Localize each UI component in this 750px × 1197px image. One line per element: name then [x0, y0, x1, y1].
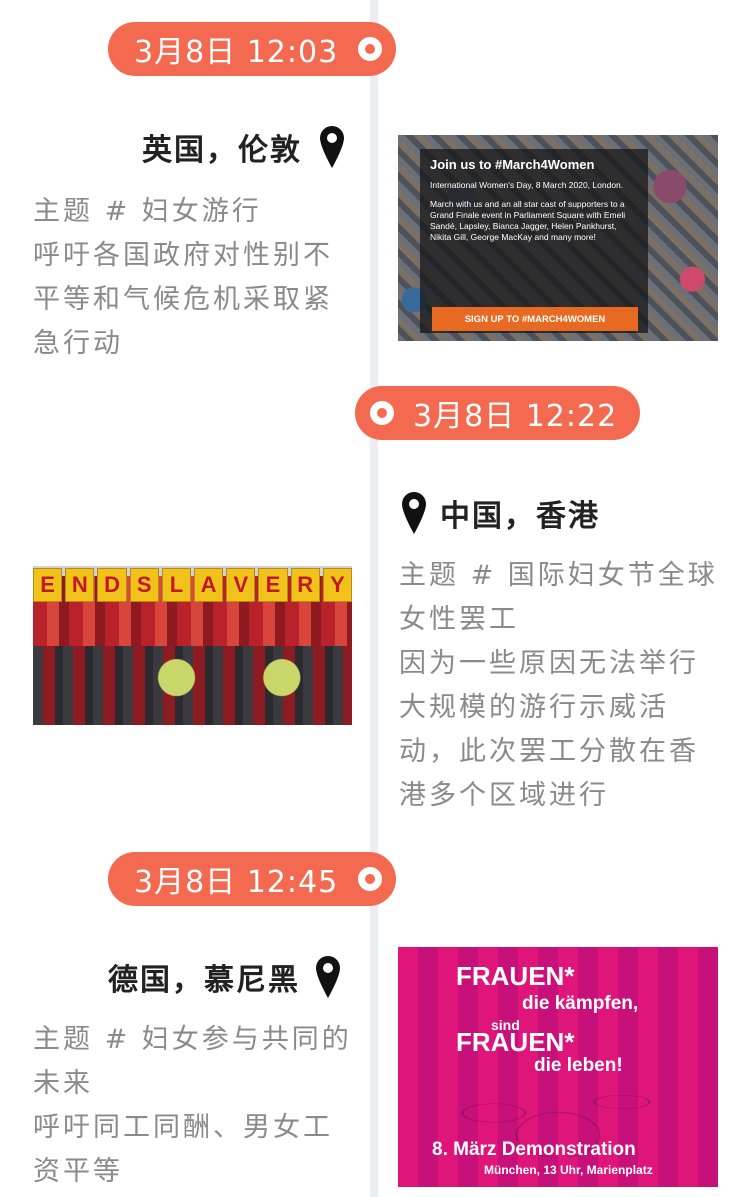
city-title-london: 英国，伦敦 [142, 124, 346, 170]
city-label: 德国，慕尼黑 [108, 963, 300, 998]
time-badge-munich: 3月8日 12:45 [108, 852, 396, 906]
timeline-dot-icon [358, 37, 382, 61]
banner-letter: V [226, 568, 256, 602]
poster-line1: International Women's Day, 8 March 2020,… [430, 180, 624, 190]
banner-letter: E [258, 568, 288, 602]
time-label: 3月8日 12:45 [134, 865, 339, 900]
city-title-hongkong: 中国，香港 [400, 490, 600, 536]
banner-letter: E [33, 568, 63, 602]
time-badge-hongkong: 3月8日 12:22 [355, 386, 640, 440]
poster-line: FRAUEN* [456, 1027, 575, 1057]
banner-letter: L [161, 568, 192, 602]
banner-letter: Y [322, 568, 352, 602]
topic-text: 主题 # 妇女参与共同的未来 [33, 1024, 352, 1099]
event-text-london: 主题 # 妇女游行 呼吁各国政府对性别不平等和气候危机采取紧急行动 [33, 190, 358, 366]
banner-letter: D [97, 568, 127, 602]
time-label: 3月8日 12:22 [413, 399, 618, 434]
poster-line: München, 13 Uhr, Marienplatz [484, 1163, 653, 1177]
poster-headline: Join us to #March4Women [430, 157, 595, 172]
banner-letter: R [290, 568, 320, 602]
poster-textbox: Join us to #March4Women International Wo… [420, 149, 648, 333]
description-text: 呼吁同工同酬、男女工资平等 [33, 1112, 333, 1187]
topic-text: 主题 # 妇女游行 [33, 196, 262, 227]
london-poster-image: Join us to #March4Women International Wo… [398, 135, 718, 341]
description-text: 呼吁各国政府对性别不平等和气候危机采取紧急行动 [33, 240, 333, 359]
crowd-area [33, 646, 352, 725]
poster-line: 8. März Demonstration [432, 1139, 636, 1160]
description-text: 因为一些原因无法举行大规模的游行示威活动，此次罢工分散在香港多个区域进行 [399, 648, 699, 811]
event-text-hongkong: 主题 # 国际妇女节全球女性罢工 因为一些原因无法举行大规模的游行示威活动，此次… [399, 554, 724, 818]
city-title-munich: 德国，慕尼黑 [108, 954, 342, 1000]
end-slavery-banner: E N D S L A V E R Y [33, 568, 352, 602]
topic-text: 主题 # 国际妇女节全球女性罢工 [399, 560, 718, 635]
banner-letter: A [194, 568, 224, 602]
location-pin-icon [402, 492, 426, 534]
location-pin-icon [320, 126, 344, 168]
poster-signup-button: SIGN UP TO #MARCH4WOMEN [432, 307, 638, 331]
timeline-dot-icon [370, 401, 394, 425]
location-pin-icon [316, 956, 340, 998]
poster-line: FRAUEN* [456, 961, 575, 991]
poster-line: die leben! [534, 1055, 623, 1076]
poster-line2: March with us and an all star cast of su… [430, 199, 626, 242]
time-badge-london: 3月8日 12:03 [108, 22, 396, 76]
munich-poster-image: FRAUEN* die kämpfen, sind FRAUEN* die le… [398, 947, 718, 1187]
banner-letter: N [65, 568, 95, 602]
city-label: 英国，伦敦 [142, 133, 302, 168]
city-label: 中国，香港 [440, 499, 600, 534]
time-label: 3月8日 12:03 [134, 35, 339, 70]
hongkong-protest-photo: E N D S L A V E R Y [33, 566, 352, 725]
timeline-line [370, 0, 378, 1197]
event-text-munich: 主题 # 妇女参与共同的未来 呼吁同工同酬、男女工资平等 [33, 1018, 358, 1194]
timeline-dot-icon [358, 867, 382, 891]
banner-letter: S [129, 568, 159, 602]
poster-line: die kämpfen, [522, 993, 639, 1014]
